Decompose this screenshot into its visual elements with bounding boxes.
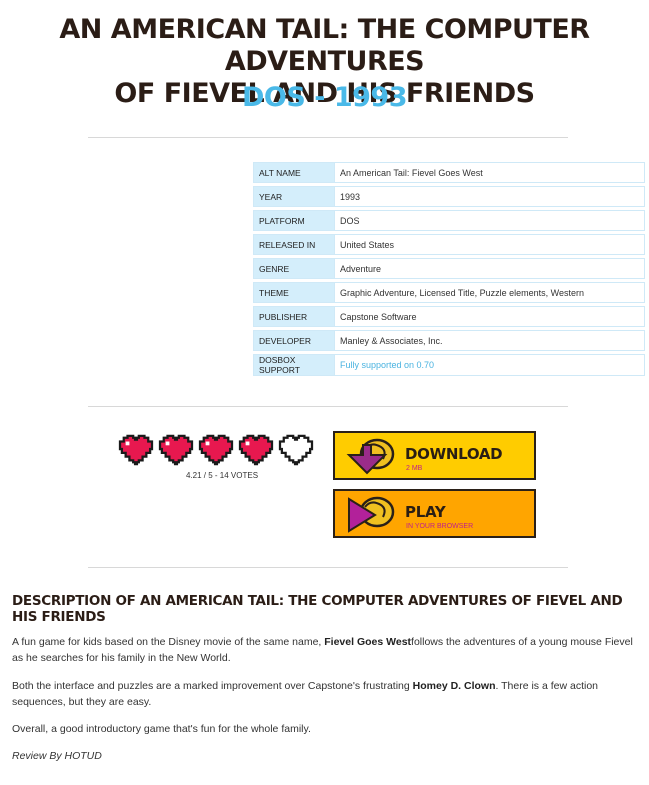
info-row-dosbox-support: DOSBOX SUPPORT Fully supported on 0.70 <box>253 354 645 376</box>
text-span: Both the interface and puzzles are a mar… <box>12 680 413 692</box>
download-size: 2 MB <box>406 465 423 472</box>
download-icon <box>346 438 395 475</box>
game-title-link: Fievel Goes West <box>324 636 412 648</box>
play-sublabel: IN YOUR BROWSER <box>406 523 474 530</box>
info-row-alt-name: ALT NAME An American Tail: Fievel Goes We… <box>253 162 645 183</box>
description-paragraph-2: Both the interface and puzzles are a mar… <box>12 678 637 710</box>
dosbox-support-link[interactable]: Fully supported on 0.70 <box>335 354 645 376</box>
rating-votes: 4.21 / 5 - 14 VOTES <box>186 471 259 480</box>
heart-empty-icon[interactable] <box>278 434 314 466</box>
info-key: PLATFORM <box>253 210 335 231</box>
info-row-platform: PLATFORM DOS <box>253 210 645 231</box>
heart-filled-icon[interactable] <box>238 434 274 466</box>
info-key: THEME <box>253 282 335 303</box>
info-value: United States <box>335 234 645 255</box>
game-info-table: ALT NAME An American Tail: Fievel Goes We… <box>253 159 645 379</box>
info-key: PUBLISHER <box>253 306 335 327</box>
rating-hearts[interactable] <box>118 434 318 466</box>
description-heading: DESCRIPTION OF AN AMERICAN TAIL: THE COM… <box>12 593 623 625</box>
info-value: Graphic Adventure, Licensed Title, Puzzl… <box>335 282 645 303</box>
divider <box>88 567 568 568</box>
info-key: ALT NAME <box>253 162 335 183</box>
info-key: DOSBOX SUPPORT <box>253 354 335 376</box>
info-value: 1993 <box>335 186 645 207</box>
info-value: Manley & Associates, Inc. <box>335 330 645 351</box>
platform-year: DOS - 1993 <box>242 82 407 113</box>
heart-filled-icon[interactable] <box>198 434 234 466</box>
heart-filled-icon[interactable] <box>118 434 154 466</box>
play-button[interactable]: PLAY IN YOUR BROWSER <box>333 489 536 538</box>
download-button[interactable]: DOWNLOAD 2 MB <box>333 431 536 480</box>
divider <box>88 406 568 407</box>
info-key: DEVELOPER <box>253 330 335 351</box>
info-key: GENRE <box>253 258 335 279</box>
description-paragraph-1: A fun game for kids based on the Disney … <box>12 634 637 666</box>
info-row-released-in: RELEASED IN United States <box>253 234 645 255</box>
rating-widget: 4.21 / 5 - 14 VOTES <box>118 434 318 480</box>
info-row-developer: DEVELOPER Manley & Associates, Inc. <box>253 330 645 351</box>
download-label: DOWNLOAD <box>405 445 503 463</box>
page-title-line1: AN AMERICAN TAIL: THE COMPUTER ADVENTURE… <box>59 14 590 77</box>
game-title-link: Homey D. Clown <box>412 680 496 692</box>
info-value: Adventure <box>335 258 645 279</box>
info-row-publisher: PUBLISHER Capstone Software <box>253 306 645 327</box>
description-paragraph-3: Overall, a good introductory game that's… <box>12 723 311 735</box>
info-key: RELEASED IN <box>253 234 335 255</box>
heart-filled-icon[interactable] <box>158 434 194 466</box>
info-value: Capstone Software <box>335 306 645 327</box>
info-row-theme: THEME Graphic Adventure, Licensed Title, … <box>253 282 645 303</box>
info-row-genre: GENRE Adventure <box>253 258 645 279</box>
play-icon <box>348 496 395 533</box>
text-span: A fun game for kids based on the Disney … <box>12 636 325 648</box>
play-label: PLAY <box>405 503 446 521</box>
info-value: DOS <box>335 210 645 231</box>
divider <box>88 137 568 138</box>
review-credit: Review By HOTUD <box>12 750 102 762</box>
info-value: An American Tail: Fievel Goes West <box>335 162 645 183</box>
info-row-year: YEAR 1993 <box>253 186 645 207</box>
info-key: YEAR <box>253 186 335 207</box>
